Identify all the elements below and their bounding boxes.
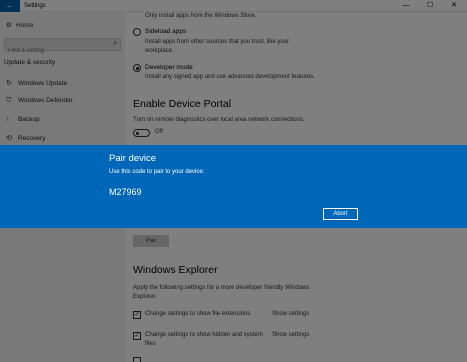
dialog-title: Pair device — [109, 153, 156, 164]
pairing-code: M27969 — [109, 187, 142, 197]
abort-button[interactable]: Abort — [323, 208, 358, 220]
dialog-subtitle: Use this code to pair to your device: — [109, 169, 205, 175]
pair-device-dialog: Pair device Use this code to pair to you… — [0, 145, 467, 228]
